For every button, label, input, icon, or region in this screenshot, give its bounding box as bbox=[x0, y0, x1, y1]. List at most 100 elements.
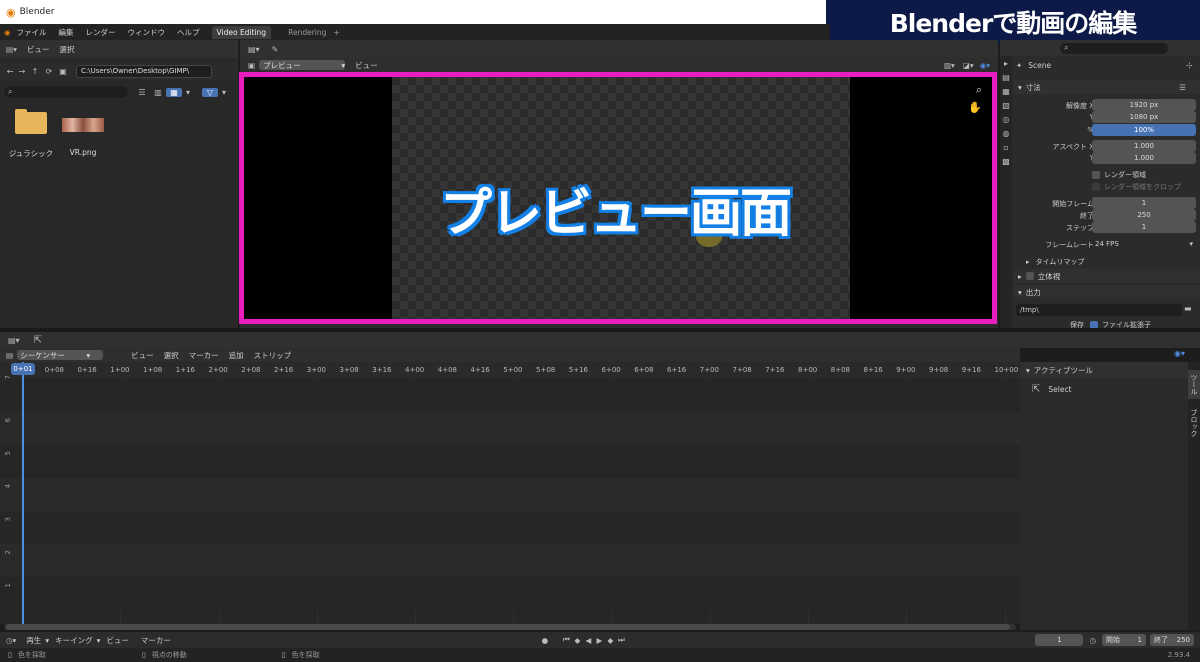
menu-edit[interactable]: 編集 bbox=[59, 27, 74, 38]
resolution-percent-field[interactable]: 100% bbox=[1092, 124, 1196, 136]
timeline-ruler[interactable]: 0+08 0+16 1+00 1+08 1+16 2+00 2+08 2+16 3+00 3+08… bbox=[0, 362, 1020, 378]
image-display-icon[interactable]: ▨▾ bbox=[944, 61, 955, 70]
footer-menu-playback[interactable]: 再生 bbox=[26, 635, 41, 646]
frame-step-field[interactable]: 1 bbox=[1092, 221, 1196, 233]
crop-region-checkbox[interactable]: レンダー領域をクロップ bbox=[1092, 182, 1181, 192]
editor-type-icon[interactable]: ▤▾ bbox=[8, 336, 20, 345]
sequencer-mode-select[interactable]: シーケンサー ▾ bbox=[17, 350, 104, 360]
resolution-x-field[interactable]: 1920 px bbox=[1092, 99, 1196, 111]
output-path-field[interactable]: /tmp\ bbox=[1016, 304, 1182, 316]
back-arrow-icon[interactable]: ← bbox=[4, 67, 16, 76]
frame-end-field[interactable]: 250 bbox=[1092, 209, 1196, 221]
aspect-y-field[interactable]: 1.000 bbox=[1092, 152, 1196, 164]
display-settings-icon[interactable]: ▾ bbox=[182, 88, 194, 97]
play-icon[interactable]: ▶ bbox=[594, 636, 605, 645]
aspect-x-field[interactable]: 1.000 bbox=[1092, 140, 1196, 152]
preset-list-icon[interactable]: ☰ bbox=[1179, 83, 1186, 92]
seq-menu-marker[interactable]: マーカー bbox=[189, 350, 219, 361]
output-section-header[interactable]: ▾ 出力 bbox=[1014, 285, 1200, 299]
tab-rendering[interactable]: Rendering bbox=[283, 26, 331, 39]
seq-menu-strip[interactable]: ストリップ bbox=[254, 350, 292, 361]
view-type-icon[interactable]: ▤ bbox=[6, 351, 13, 360]
channel-lane[interactable]: 3 bbox=[0, 511, 1020, 544]
overlay-icon[interactable]: ◪▾ bbox=[963, 61, 974, 70]
zoom-icon[interactable]: ⌕ bbox=[976, 83, 982, 97]
footer-menu-view[interactable]: ビュー bbox=[106, 635, 129, 646]
menu-window[interactable]: ウィンドウ bbox=[128, 27, 166, 38]
editor-type-icon[interactable]: ▤▾ bbox=[248, 45, 260, 54]
add-workspace-button[interactable]: + bbox=[333, 28, 339, 37]
file-search-input[interactable]: ⌕ bbox=[4, 86, 128, 98]
preview-mode-select[interactable]: プレビュー ▾ bbox=[259, 60, 346, 70]
play-reverse-icon[interactable]: ◀ bbox=[583, 636, 594, 645]
jump-start-icon[interactable]: ⏮ bbox=[561, 635, 572, 645]
footer-menu-keying[interactable]: キーイング bbox=[55, 635, 93, 646]
next-keyframe-icon[interactable]: ◆ bbox=[605, 636, 616, 645]
seq-menu-view[interactable]: ビュー bbox=[131, 350, 154, 361]
render-region-checkbox[interactable]: レンダー領域 bbox=[1092, 170, 1146, 180]
menu-help[interactable]: ヘルプ bbox=[177, 27, 200, 38]
parent-dir-icon[interactable]: ↑ bbox=[28, 67, 42, 76]
preview-menu-view[interactable]: ビュー bbox=[355, 60, 378, 71]
editor-type-icon[interactable]: ◷▾ bbox=[6, 636, 16, 645]
file-item-folder[interactable]: ジュラシック bbox=[6, 109, 56, 159]
stereoscopy-section-header[interactable]: ▸ 立体視 bbox=[1014, 269, 1200, 283]
refresh-icon[interactable]: ⟳ bbox=[42, 67, 56, 76]
sidebar-tab-tool[interactable]: ツール bbox=[1188, 370, 1200, 399]
fb-menu-select[interactable]: 選択 bbox=[59, 44, 74, 55]
filter-icon[interactable]: ▽ bbox=[202, 87, 218, 97]
active-tool-item[interactable]: ⇱ Select bbox=[1032, 384, 1200, 395]
active-tool-header[interactable]: ▾ アクティブツール bbox=[1020, 362, 1200, 378]
scene-tab-icon[interactable]: ◎ bbox=[1000, 112, 1012, 126]
checkbox[interactable] bbox=[1025, 272, 1034, 280]
pan-hand-icon[interactable]: ✋ bbox=[968, 101, 982, 114]
current-frame-field[interactable]: 1 bbox=[1035, 634, 1084, 646]
channel-lane[interactable]: 1 bbox=[0, 577, 1020, 610]
sidebar-tab-block[interactable]: ブロック bbox=[1188, 405, 1200, 441]
folder-browse-icon[interactable]: ▬ bbox=[1184, 304, 1192, 313]
new-folder-icon[interactable]: ▣ bbox=[56, 67, 70, 76]
resolution-y-field[interactable]: 1080 px bbox=[1092, 111, 1196, 123]
view-layer-tab-icon[interactable]: ▧ bbox=[1000, 98, 1012, 112]
record-icon[interactable]: ● bbox=[539, 636, 551, 645]
properties-search-input[interactable]: ⌕ bbox=[1060, 42, 1168, 54]
clock-icon[interactable]: ◷ bbox=[1089, 636, 1096, 645]
collection-tab-icon[interactable]: ▫ bbox=[1000, 140, 1012, 154]
seq-menu-add[interactable]: 追加 bbox=[229, 350, 244, 361]
forward-arrow-icon[interactable]: → bbox=[16, 67, 28, 76]
editor-type-icon[interactable]: ▤▾ bbox=[6, 45, 17, 54]
dimensions-section-header[interactable]: ▾ 寸法 ☰ bbox=[1014, 80, 1200, 94]
time-remap-subpanel[interactable]: ▸ タイムリマップ bbox=[1026, 257, 1084, 267]
thumbnail-view-icon[interactable]: ▦ bbox=[166, 87, 182, 97]
horizontal-scrollbar[interactable] bbox=[4, 624, 1016, 630]
channel-lane[interactable]: 6 bbox=[0, 412, 1020, 445]
tab-video-editing[interactable]: Video Editing bbox=[211, 25, 272, 39]
list-horizontal-icon[interactable]: ▥ bbox=[150, 88, 166, 97]
channel-lane[interactable]: 2 bbox=[0, 544, 1020, 577]
playhead[interactable] bbox=[22, 362, 24, 624]
end-frame-field[interactable]: 終了 250 bbox=[1150, 634, 1194, 646]
tool-tab-icon[interactable]: ▸ bbox=[1000, 56, 1012, 70]
channel-lane[interactable]: 4 bbox=[0, 478, 1020, 511]
current-frame-indicator[interactable]: 0+01 bbox=[11, 363, 35, 375]
output-tab-icon[interactable]: ▦ bbox=[1000, 84, 1012, 98]
frame-rate-select[interactable]: 24 FPS ▾ bbox=[1092, 238, 1196, 250]
channel-lane[interactable]: 5 bbox=[0, 445, 1020, 478]
select-tool-icon[interactable]: ⇱ bbox=[34, 335, 42, 346]
list-vertical-icon[interactable]: ☰ bbox=[134, 88, 150, 97]
blender-menu-icon[interactable]: ◉ bbox=[4, 28, 11, 37]
directory-path-field[interactable]: C:\Users\Owner\Desktop\GIMP\ bbox=[76, 64, 212, 78]
fb-menu-view[interactable]: ビュー bbox=[27, 44, 50, 55]
frame-start-field[interactable]: 1 bbox=[1092, 197, 1196, 209]
filter-menu-icon[interactable]: ▾ bbox=[218, 88, 230, 97]
texture-tab-icon[interactable]: ▩ bbox=[1000, 154, 1012, 168]
view-type-icon[interactable]: ▣ bbox=[248, 61, 255, 70]
file-item-image[interactable]: VR.png bbox=[58, 118, 108, 157]
sequencer-channels[interactable]: 7 6 5 4 3 2 1 bbox=[0, 375, 1020, 624]
overlay-icon[interactable]: ◉▾ bbox=[1174, 349, 1185, 358]
footer-menu-marker[interactable]: マーカー bbox=[141, 635, 171, 646]
start-frame-field[interactable]: 開始 1 bbox=[1102, 634, 1146, 646]
world-tab-icon[interactable]: ◍ bbox=[1000, 126, 1012, 140]
jump-end-icon[interactable]: ⏭ bbox=[616, 635, 627, 645]
channel-lane[interactable]: 7 bbox=[0, 375, 1020, 412]
